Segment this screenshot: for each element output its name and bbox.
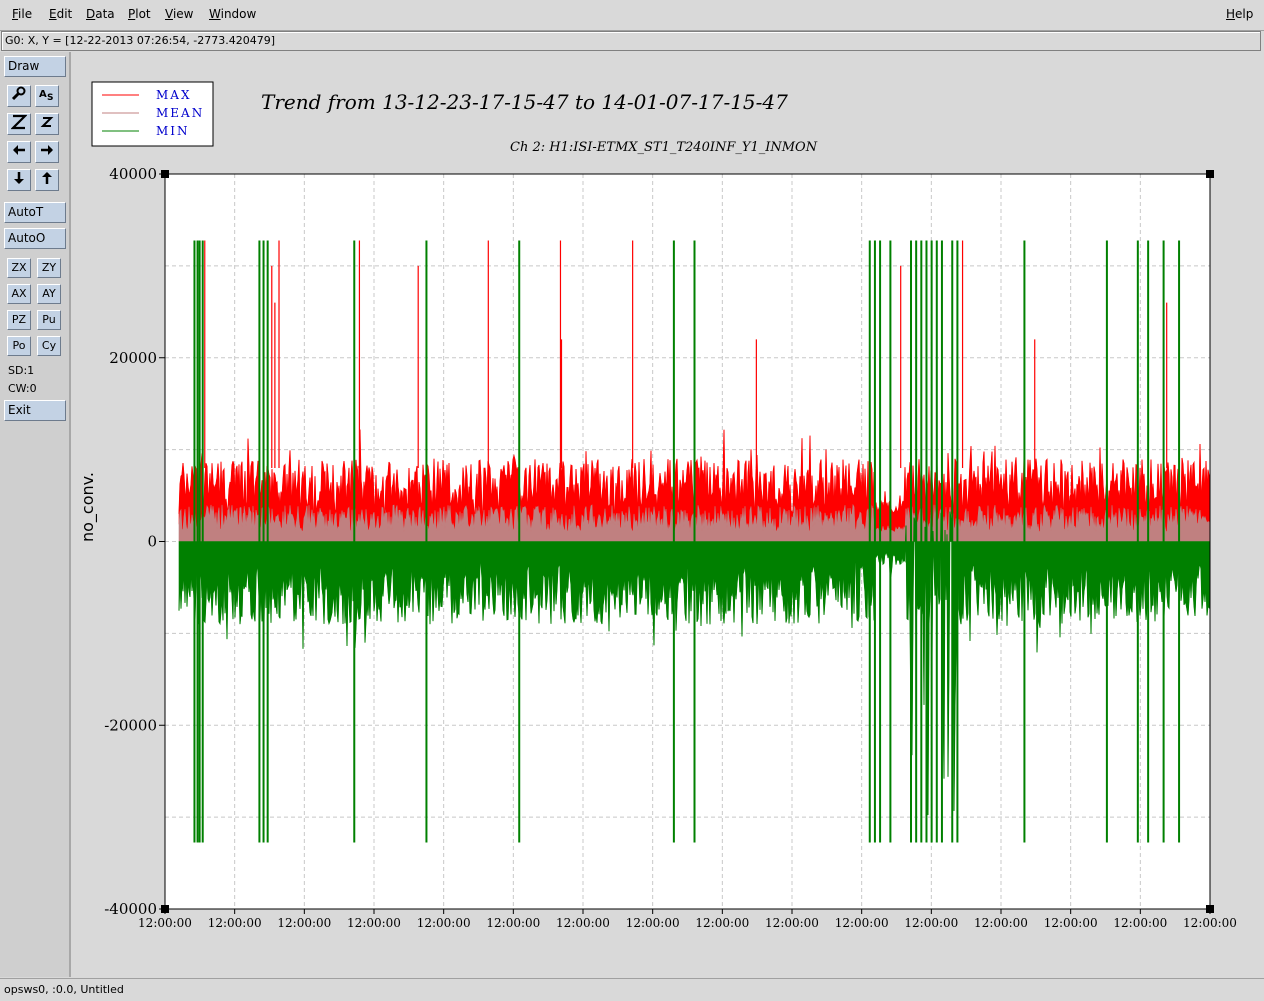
- coordinate-readout-bar: G0: X, Y = [12-22-2013 07:26:54, -2773.4…: [1, 31, 1261, 51]
- sd-readout: SD:1: [8, 364, 35, 377]
- menu-window[interactable]: Window: [209, 7, 256, 21]
- x-tick-label: 12:00:00: [277, 916, 331, 930]
- arrow-up-icon[interactable]: [35, 169, 59, 191]
- x-tick-label: 12:00:00: [626, 916, 680, 930]
- left-toolbar: Draw AS AutoT AutoO ZX ZY AX AY PZ Pu Po…: [0, 52, 71, 977]
- ay-button[interactable]: AY: [37, 284, 61, 304]
- ax-button[interactable]: AX: [7, 284, 31, 304]
- exit-button[interactable]: Exit: [4, 400, 66, 421]
- zx-button[interactable]: ZX: [7, 258, 31, 278]
- x-tick-label: 12:00:00: [1044, 916, 1098, 930]
- menubar: File Edit Data Plot View Window Help: [0, 0, 1264, 31]
- y-axis-label: no_conv.: [78, 472, 98, 542]
- legend-label-min: MIN: [156, 124, 190, 138]
- menu-edit[interactable]: Edit: [49, 7, 72, 21]
- y-tick-label: 40000: [109, 165, 157, 183]
- zoom-small-icon[interactable]: [35, 113, 59, 135]
- x-tick-label: 12:00:00: [765, 916, 819, 930]
- magnifier-icon[interactable]: [7, 85, 31, 107]
- menu-plot[interactable]: Plot: [128, 7, 151, 21]
- auto-o-button[interactable]: AutoO: [4, 228, 66, 249]
- svg-text:A: A: [39, 89, 47, 100]
- x-tick-label: 12:00:00: [1183, 916, 1237, 930]
- x-tick-label: 12:00:00: [208, 916, 262, 930]
- x-tick-label: 12:00:00: [695, 916, 749, 930]
- x-tick-label: 12:00:00: [904, 916, 958, 930]
- auto-t-button[interactable]: AutoT: [4, 202, 66, 223]
- menu-help[interactable]: Help: [1226, 7, 1253, 21]
- coordinate-readout: G0: X, Y = [12-22-2013 07:26:54, -2773.4…: [5, 34, 276, 47]
- x-tick-label: 12:00:00: [1113, 916, 1167, 930]
- x-tick-label: 12:00:00: [835, 916, 889, 930]
- text-tool-icon[interactable]: AS: [35, 85, 59, 107]
- chart-subtitle: Ch 2: H1:ISI-ETMX_ST1_T240INF_Y1_INMON: [510, 140, 818, 155]
- cw-readout: CW:0: [8, 382, 37, 395]
- corner-handle: [1206, 170, 1214, 178]
- zy-button[interactable]: ZY: [37, 258, 61, 278]
- plot-area[interactable]: MAX MEAN MIN Trend from 13-12-23-17-15-4…: [71, 52, 1260, 977]
- arrow-left-icon[interactable]: [7, 141, 31, 163]
- legend: MAX MEAN MIN: [91, 81, 214, 147]
- x-tick-label: 12:00:00: [417, 916, 471, 930]
- menu-data[interactable]: Data: [86, 7, 115, 21]
- pz-button[interactable]: PZ: [7, 310, 31, 330]
- cy-button[interactable]: Cy: [37, 336, 61, 356]
- y-tick-label: -20000: [104, 716, 157, 734]
- draw-button[interactable]: Draw: [4, 56, 66, 77]
- x-tick-label: 12:00:00: [347, 916, 401, 930]
- zoom-big-icon[interactable]: [7, 113, 31, 135]
- y-tick-label: 0: [147, 533, 157, 551]
- svg-text:S: S: [47, 93, 53, 102]
- x-tick-label: 12:00:00: [974, 916, 1028, 930]
- x-tick-label: 12:00:00: [486, 916, 540, 930]
- po-button[interactable]: Po: [7, 336, 31, 356]
- pu-button[interactable]: Pu: [37, 310, 61, 330]
- status-bar: opsws0, :0.0, Untitled: [0, 978, 1264, 1001]
- arrow-down-icon[interactable]: [7, 169, 31, 191]
- legend-label-max: MAX: [156, 88, 192, 102]
- status-text: opsws0, :0.0, Untitled: [4, 983, 124, 996]
- x-tick-label: 12:00:00: [556, 916, 610, 930]
- chart-title: Trend from 13-12-23-17-15-47 to 14-01-07…: [261, 90, 788, 114]
- legend-label-mean: MEAN: [156, 106, 204, 120]
- y-tick-label: 20000: [109, 349, 157, 367]
- menu-file[interactable]: File: [12, 7, 32, 21]
- arrow-right-icon[interactable]: [35, 141, 59, 163]
- trend-chart[interactable]: MAX MEAN MIN Trend from 13-12-23-17-15-4…: [71, 52, 1260, 977]
- menu-view[interactable]: View: [165, 7, 193, 21]
- x-tick-label: 12:00:00: [138, 916, 192, 930]
